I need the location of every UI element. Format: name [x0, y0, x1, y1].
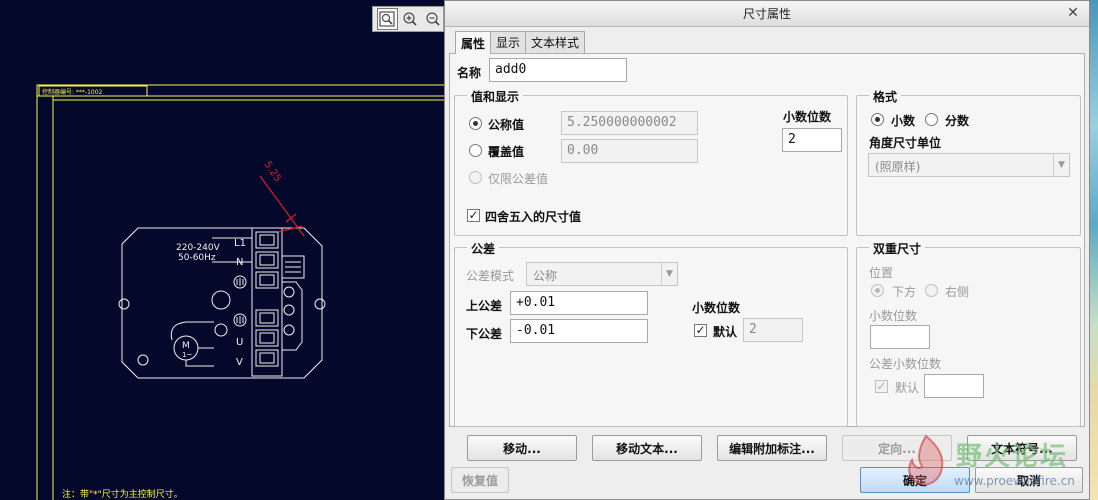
angle-units-select[interactable]: (照原样) ▼ [868, 153, 1070, 177]
terminal-label-u: U [236, 337, 243, 348]
dialog-title: 尺寸属性 [742, 7, 791, 21]
upper-tolerance-field[interactable]: +0.01 [510, 291, 648, 315]
tolerance-group: 公差 公差模式 公称 ▼ 上公差 +0.01 下公差 -0.01 小数位数 ✓ … [454, 240, 848, 427]
tolerance-mode-select[interactable]: 公称 ▼ [526, 262, 678, 286]
terminal-label-v: V [236, 357, 243, 368]
cancel-button[interactable]: 取消 [975, 467, 1083, 493]
right-radio [925, 284, 938, 297]
decimals-label: 小数位数 [783, 110, 832, 124]
override-value-field[interactable]: 0.00 [561, 139, 698, 163]
dual-decimals-field[interactable] [870, 325, 930, 349]
tab-display[interactable]: 显示 [490, 31, 527, 53]
restore-button: 恢复值 [451, 467, 509, 493]
fraction-label: 分数 [945, 114, 970, 128]
value-display-title: 值和显示 [467, 88, 524, 105]
tolerance-decimals-field[interactable]: 2 [743, 318, 803, 342]
decimal-radio[interactable] [871, 113, 884, 126]
text-symbol-button[interactable]: 文本符号... [967, 435, 1077, 461]
motor-sub-label: 1~ [182, 351, 192, 359]
voltage-label: 220-240V [176, 243, 221, 253]
tolerance-default-label: 默认 [713, 325, 738, 339]
chevron-down-icon: ▼ [661, 263, 677, 285]
dual-decimals-label: 小数位数 [869, 309, 918, 323]
dual-tol-decimals-label: 公差小数位数 [869, 357, 942, 371]
name-label: 名称 [457, 66, 482, 80]
edit-attached-note-button[interactable]: 编辑附加标注... [717, 435, 827, 461]
tolerance-title: 公差 [467, 240, 500, 257]
dual-default-checkbox: ✓ [875, 379, 888, 393]
right-label: 右侧 [945, 285, 970, 299]
round-label: 四舍五入的尺寸值 [485, 210, 582, 224]
decimals-field[interactable]: 2 [782, 128, 842, 152]
dual-tol-decimals-field[interactable] [924, 374, 984, 398]
position-label: 位置 [869, 266, 894, 280]
tolerance-default-checkbox[interactable]: ✓ [694, 324, 707, 337]
decimal-label: 小数 [891, 114, 916, 128]
tab-text-style[interactable]: 文本样式 [525, 31, 586, 53]
angle-units-value: (照原样) [875, 160, 921, 174]
properties-panel: 名称 add0 值和显示 公称值 5.250000000002 覆盖值 0.00… [449, 53, 1085, 427]
value-display-group: 值和显示 公称值 5.250000000002 覆盖值 0.00 仅限公差值 小… [454, 88, 848, 236]
terminal-label-l1: L1 [234, 238, 246, 249]
tolerance-only-radio [469, 171, 482, 184]
zoom-out-icon[interactable] [422, 8, 443, 30]
header-label: 控制器编号: ***-1002 [42, 88, 103, 96]
override-radio[interactable] [469, 144, 482, 157]
below-label: 下方 [892, 285, 917, 299]
angle-units-label: 角度尺寸单位 [869, 136, 942, 150]
format-title: 格式 [869, 88, 902, 105]
dimension-properties-dialog: 尺寸属性 ✕ 属性 显示 文本样式 名称 add0 值和显示 公称值 5.250… [444, 0, 1090, 500]
move-button[interactable]: 移动... [467, 435, 577, 461]
tolerance-mode-value: 公称 [533, 269, 558, 283]
upper-tolerance-label: 上公差 [466, 299, 503, 313]
chevron-down-icon: ▼ [1053, 154, 1069, 176]
nominal-value-field[interactable]: 5.250000000002 [561, 111, 698, 135]
below-radio [871, 284, 884, 297]
close-icon[interactable]: ✕ [1065, 5, 1081, 21]
drawing-footnote: 注：带"*"尺寸为主控制尺寸。 [62, 488, 183, 500]
frequency-label: 50-60Hz [178, 253, 216, 263]
motor-label: M [182, 341, 190, 351]
terminal-label-n: N [236, 257, 243, 268]
dialog-titlebar[interactable]: 尺寸属性 ✕ [445, 1, 1089, 27]
lower-tolerance-label: 下公差 [466, 327, 503, 341]
name-field[interactable]: add0 [489, 58, 627, 82]
format-group: 格式 小数 分数 角度尺寸单位 (照原样) ▼ [856, 88, 1081, 236]
nominal-label: 公称值 [488, 118, 525, 132]
ok-button[interactable]: 确定 [860, 467, 970, 493]
tolerance-mode-label: 公差模式 [466, 269, 515, 283]
tolerance-only-label: 仅限公差值 [488, 172, 549, 186]
nominal-radio[interactable] [469, 117, 482, 130]
tab-bar: 属性 显示 文本样式 [455, 31, 586, 54]
tolerance-decimals-label: 小数位数 [692, 301, 741, 315]
move-text-button[interactable]: 移动文本... [592, 435, 702, 461]
dual-title: 双重尺寸 [869, 240, 926, 257]
dual-dimension-group: 双重尺寸 位置 下方 右侧 小数位数 公差小数位数 ✓ 默认 [856, 240, 1081, 427]
override-label: 覆盖值 [488, 145, 525, 159]
zoom-in-icon[interactable] [400, 8, 421, 30]
orient-button: 定向... [842, 435, 952, 461]
fraction-radio[interactable] [925, 113, 938, 126]
lower-tolerance-field[interactable]: -0.01 [510, 319, 648, 343]
round-checkbox[interactable]: ✓ [467, 209, 480, 222]
zoom-toolbar [372, 6, 444, 32]
zoom-refit-icon[interactable] [377, 8, 398, 30]
tab-properties[interactable]: 属性 [455, 31, 492, 54]
dual-default-label: 默认 [895, 381, 920, 395]
